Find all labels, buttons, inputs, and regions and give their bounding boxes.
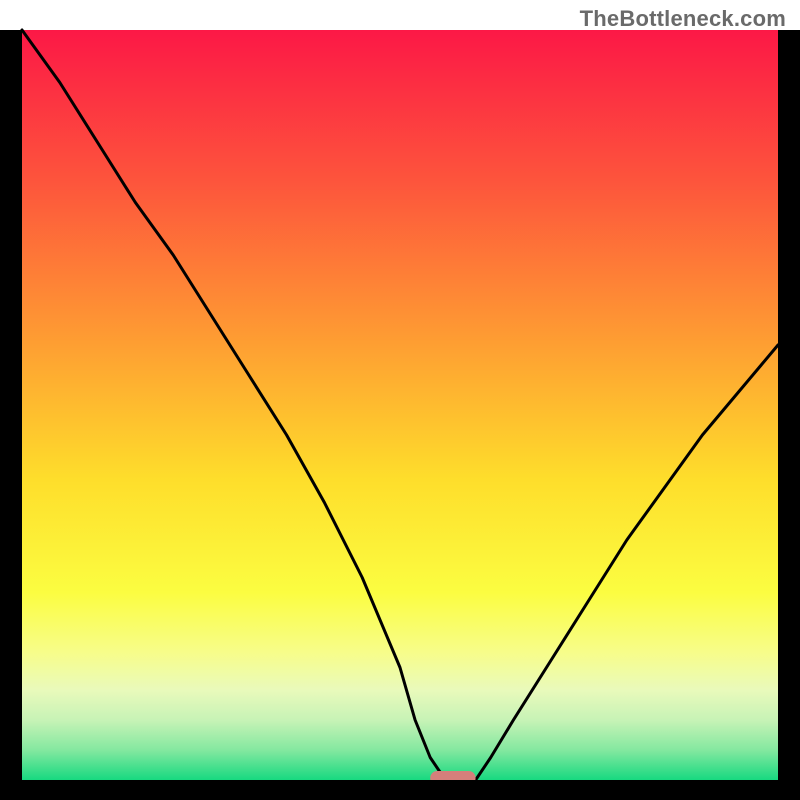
frame-left — [0, 30, 22, 800]
frame-bottom — [0, 780, 800, 800]
watermark-text: TheBottleneck.com — [580, 6, 786, 32]
chart-container: TheBottleneck.com — [0, 0, 800, 800]
frame-right — [778, 30, 800, 800]
bottleneck-chart — [0, 0, 800, 800]
